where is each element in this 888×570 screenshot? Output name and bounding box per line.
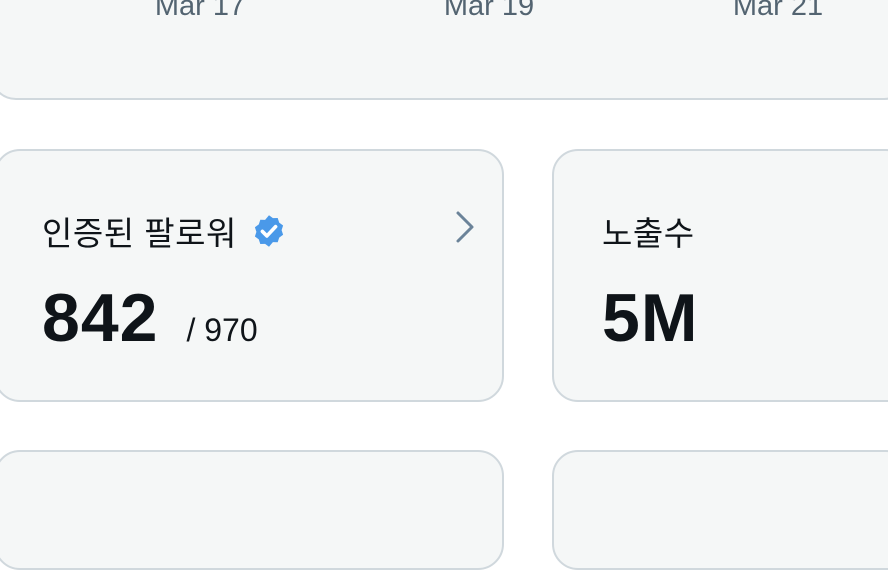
impressions-count: 5M xyxy=(602,280,699,356)
verified-followers-card[interactable]: 인증된 팔로워 842 / 970 xyxy=(0,149,504,402)
verified-followers-header: 인증된 팔로워 xyxy=(42,207,287,255)
verified-followers-count: 842 xyxy=(42,280,159,356)
verified-followers-values: 842 / 970 xyxy=(42,279,258,357)
impressions-label: 노출수 xyxy=(602,215,695,252)
impressions-header: 노출수 xyxy=(602,207,695,255)
chart-card: Mar 17 Mar 19 Mar 21 xyxy=(0,0,888,100)
x-axis-tick: Mar 19 xyxy=(443,0,535,22)
verified-badge-icon xyxy=(251,213,287,249)
chevron-right-icon[interactable] xyxy=(450,207,480,247)
impressions-card[interactable]: 노출수 5M xyxy=(552,149,888,402)
stat-card[interactable] xyxy=(552,450,888,570)
verified-followers-label: 인증된 팔로워 xyxy=(42,215,237,252)
x-axis-tick: Mar 21 xyxy=(732,0,824,22)
impressions-values: 5M xyxy=(602,279,698,357)
stat-card[interactable] xyxy=(0,450,504,570)
verified-followers-total: / 970 xyxy=(186,312,258,348)
x-axis-tick: Mar 17 xyxy=(154,0,246,22)
